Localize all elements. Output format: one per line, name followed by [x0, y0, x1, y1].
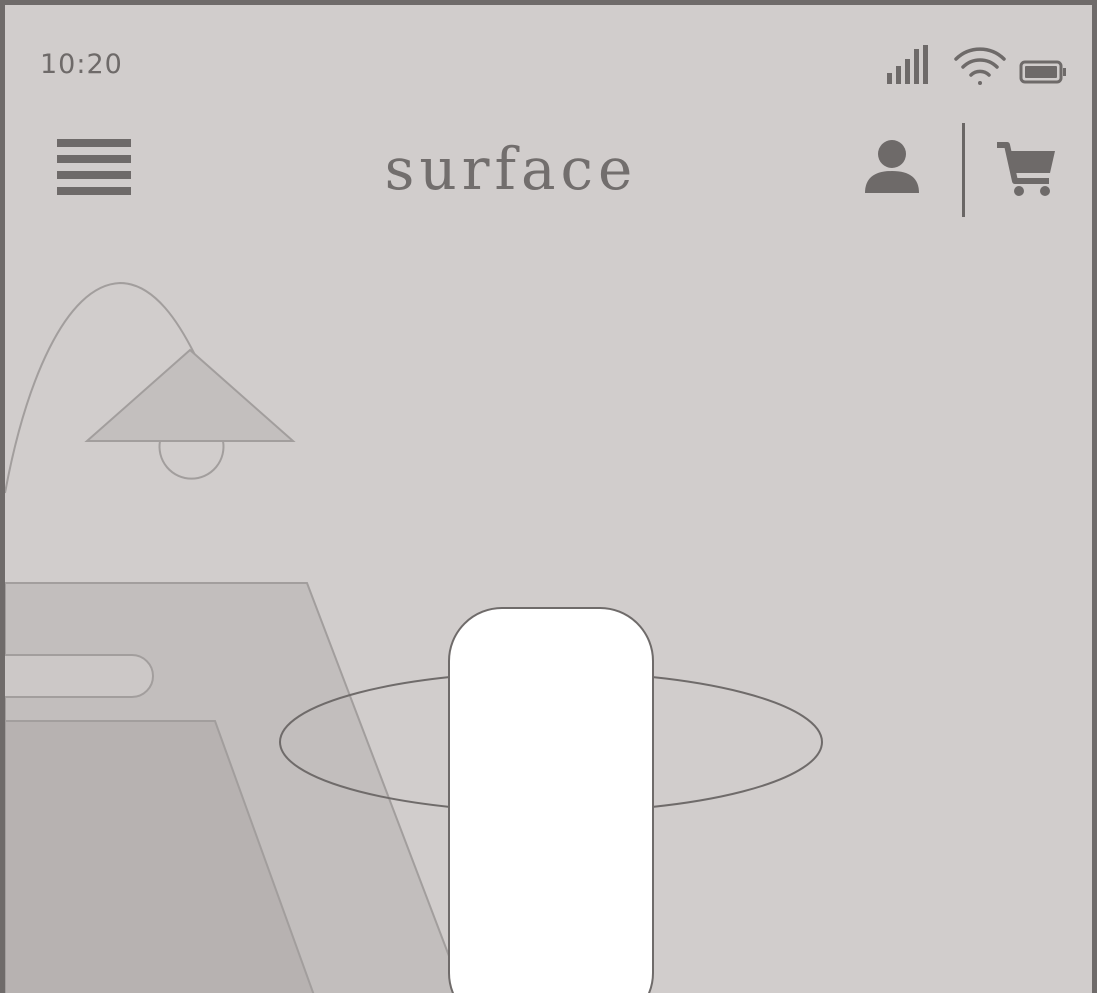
hero-cta-card[interactable]	[448, 607, 654, 993]
lamp-shade	[84, 348, 296, 442]
desk-bar	[5, 654, 154, 698]
account-icon[interactable]	[861, 139, 923, 197]
wifi-icon	[954, 47, 1006, 85]
cart-icon[interactable]	[995, 139, 1057, 199]
status-icons	[887, 45, 1066, 85]
status-time: 10:20	[40, 49, 123, 80]
nav-divider	[962, 123, 965, 217]
status-bar: 10:20	[5, 5, 1092, 105]
brand-logo[interactable]: surface	[5, 135, 1092, 203]
nav-bar: surface	[5, 115, 1092, 225]
signal-icon	[887, 45, 928, 84]
battery-icon	[1019, 60, 1066, 84]
app-screen: 10:20 surface	[0, 0, 1097, 993]
lamp-bulb	[158, 440, 225, 480]
